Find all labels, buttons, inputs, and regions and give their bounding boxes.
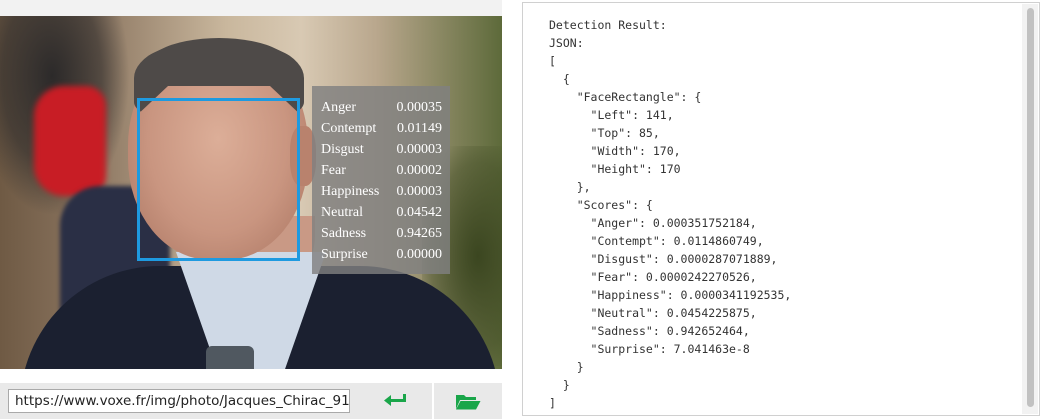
url-bar: https://www.voxe.fr/img/photo/Jacques_Ch…: [0, 383, 502, 419]
score-value: 0.00035: [396, 100, 443, 115]
score-label: Anger: [321, 100, 356, 115]
scrollbar-thumb[interactable]: [1027, 8, 1034, 407]
detection-result-panel: Detection Result: JSON: [ { "FaceRectangle…: [522, 2, 1040, 416]
score-value: 0.00003: [396, 184, 443, 199]
score-row: Neutral 0.04542: [321, 202, 442, 223]
top-strip: [0, 0, 502, 16]
json-line: "Top": 85,: [549, 126, 660, 140]
folder-open-icon: [456, 395, 481, 410]
json-line: },: [549, 180, 591, 194]
score-label: Contempt: [321, 121, 377, 136]
json-line: "FaceRectangle": {: [549, 90, 702, 104]
score-row: Surprise 0.00000: [321, 244, 442, 265]
score-row: Happiness 0.00003: [321, 181, 442, 202]
json-line: "Height": 170: [549, 162, 681, 176]
json-line: "Surprise": 7.041463e-8: [549, 342, 750, 356]
score-label: Disgust: [321, 142, 364, 157]
score-value: 0.00002: [396, 163, 443, 178]
score-label: Surprise: [321, 247, 368, 262]
json-line: }: [549, 378, 570, 392]
vertical-scrollbar[interactable]: [1022, 4, 1038, 414]
json-line: "Anger": 0.000351752184,: [549, 216, 757, 230]
score-value: 0.94265: [396, 226, 443, 241]
emotion-scores-overlay: Anger 0.00035 Contempt 0.01149 Disgust 0…: [312, 86, 450, 274]
enter-arrow-icon: [384, 394, 406, 406]
face-rectangle: [137, 98, 300, 261]
json-line: "Fear": 0.0000242270526,: [549, 270, 757, 284]
submit-url-button[interactable]: [362, 389, 428, 413]
score-value: 0.00000: [396, 247, 443, 262]
score-value: 0.00003: [396, 142, 443, 157]
score-row: Contempt 0.01149: [321, 118, 442, 139]
json-line: "Happiness": 0.0000341192535,: [549, 288, 792, 302]
json-line: "Width": 170,: [549, 144, 681, 158]
score-row: Fear 0.00002: [321, 160, 442, 181]
json-line: [: [549, 54, 556, 68]
json-line: "Disgust": 0.0000287071889,: [549, 252, 778, 266]
score-label: Happiness: [321, 184, 380, 199]
score-row: Sadness 0.94265: [321, 223, 442, 244]
json-result-text: Detection Result: JSON: [ { "FaceRectangle…: [549, 16, 791, 412]
toolbar-divider: [432, 383, 434, 419]
score-value: 0.04542: [396, 205, 443, 220]
score-label: Fear: [321, 163, 346, 178]
json-line: "Scores": {: [549, 198, 653, 212]
open-file-button[interactable]: [440, 389, 496, 413]
json-line: "Neutral": 0.0454225875,: [549, 306, 757, 320]
json-line: "Sadness": 0.942652464,: [549, 324, 750, 338]
json-line: "Contempt": 0.0114860749,: [549, 234, 764, 248]
image-pane: Anger 0.00035 Contempt 0.01149 Disgust 0…: [0, 0, 502, 419]
json-line: JSON:: [549, 36, 584, 50]
json-line: Detection Result:: [549, 18, 667, 32]
score-value: 0.01149: [397, 121, 442, 136]
json-line: ]: [549, 396, 556, 410]
json-line: }: [549, 360, 584, 374]
json-line: "Left": 141,: [549, 108, 674, 122]
json-line: {: [549, 72, 570, 86]
image-url-input[interactable]: https://www.voxe.fr/img/photo/Jacques_Ch…: [8, 389, 350, 413]
score-row: Disgust 0.00003: [321, 139, 442, 160]
score-label: Sadness: [321, 226, 367, 241]
score-row: Anger 0.00035: [321, 97, 442, 118]
score-label: Neutral: [321, 205, 363, 220]
